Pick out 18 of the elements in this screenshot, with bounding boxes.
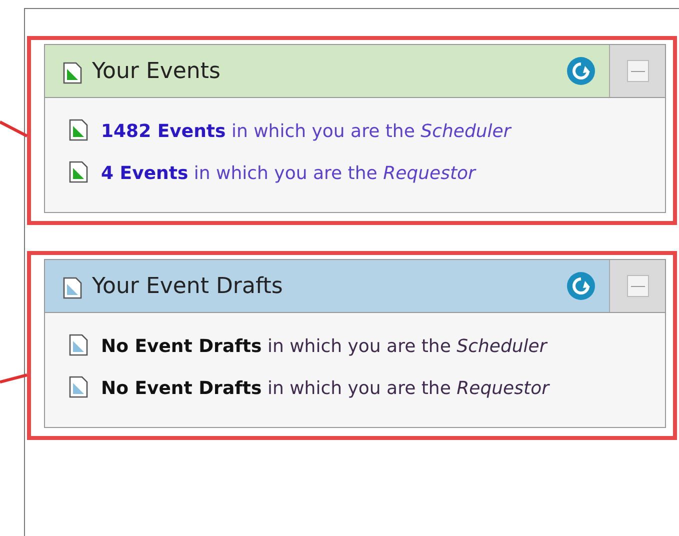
events-link[interactable]: 4 Events in which you are the Requestor bbox=[101, 158, 476, 190]
panel-title: Your Events bbox=[92, 58, 220, 84]
document-icon bbox=[69, 161, 88, 183]
minimize-button[interactable] bbox=[626, 60, 648, 82]
document-icon bbox=[69, 119, 88, 141]
events-link[interactable]: 1482 Events in which you are the Scheduler bbox=[101, 116, 511, 148]
leader-line bbox=[0, 120, 28, 138]
refresh-icon[interactable] bbox=[566, 271, 596, 301]
drafts-text: No Event Drafts in which you are the Scheduler bbox=[101, 335, 547, 359]
leader-line bbox=[0, 374, 28, 384]
document-icon bbox=[63, 62, 82, 84]
document-icon bbox=[69, 334, 88, 356]
drafts-text: No Event Drafts in which you are the Requestor bbox=[101, 377, 549, 401]
document-icon bbox=[69, 376, 88, 398]
panel-title: Your Event Drafts bbox=[92, 274, 283, 298]
refresh-icon[interactable] bbox=[566, 56, 596, 86]
document-icon bbox=[63, 276, 82, 298]
minimize-button[interactable] bbox=[626, 275, 648, 297]
